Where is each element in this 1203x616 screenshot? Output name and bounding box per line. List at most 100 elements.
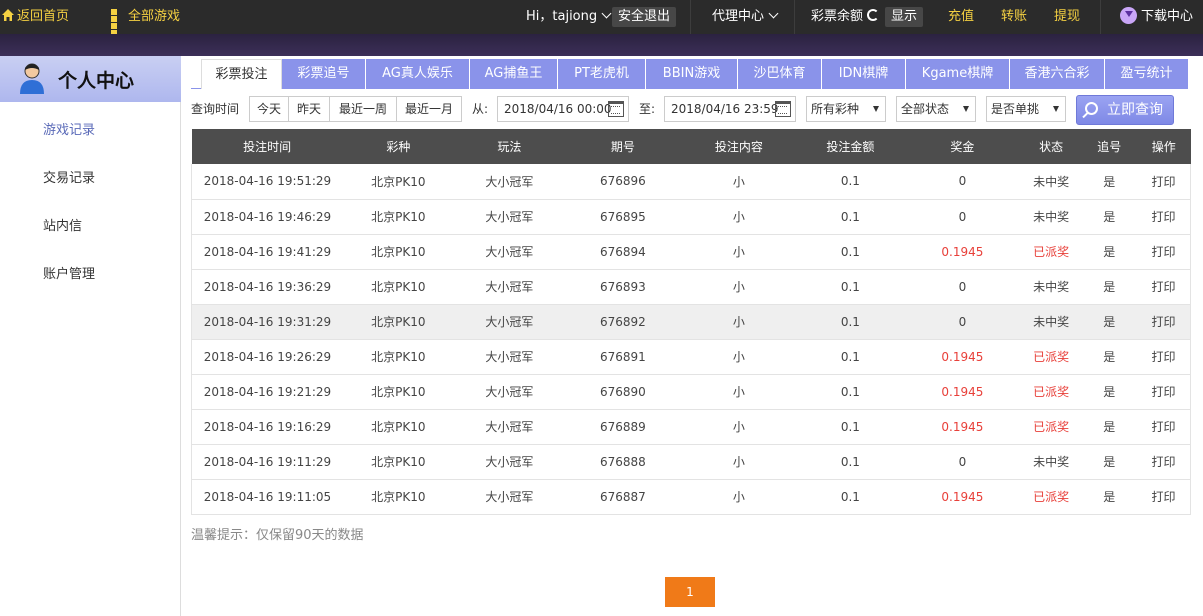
tab-idn-chess[interactable]: IDN棋牌 bbox=[822, 59, 906, 89]
amount-cell: 0.1 bbox=[840, 454, 860, 469]
query-button[interactable]: 立即查询 bbox=[1076, 95, 1174, 125]
chevron-down-icon bbox=[768, 8, 779, 19]
bet-time-cell: 2018-04-16 19:46:29 bbox=[190, 199, 343, 234]
prize-cell: 0.1945 bbox=[941, 489, 984, 504]
bet-time-cell: 2018-04-16 19:26:29 bbox=[190, 339, 343, 374]
tab-ag-fishing[interactable]: AG捕鱼王 bbox=[470, 59, 558, 89]
lottery-type-select[interactable]: 所有彩种 bbox=[806, 96, 886, 122]
page-button-current[interactable]: 1 bbox=[665, 577, 715, 607]
sidebar-item-account[interactable]: 账户管理 bbox=[43, 263, 95, 282]
download-center-link[interactable]: 下载中心 bbox=[1120, 0, 1193, 34]
logout-button[interactable]: 安全退出 bbox=[612, 0, 677, 34]
status-cell: 未中奖 bbox=[1033, 315, 1070, 329]
prize-cell: 0 bbox=[958, 454, 967, 469]
table-row: 2018-04-16 19:26:29 北京PK10 大小冠军 676891 小 0.1 0… bbox=[190, 339, 1191, 374]
all-games-link[interactable]: 全部游戏 bbox=[111, 0, 181, 36]
sidebar-item-transactions[interactable]: 交易记录 bbox=[43, 167, 95, 186]
chase-cell: 是 bbox=[1103, 420, 1116, 434]
tab-lottery-chase[interactable]: 彩票追号 bbox=[282, 59, 366, 89]
print-action[interactable]: 打印 bbox=[1136, 374, 1191, 409]
sidebar-title: 个人中心 bbox=[58, 70, 135, 92]
chase-cell: 是 bbox=[1103, 210, 1116, 224]
prize-cell: 0.1945 bbox=[941, 384, 984, 399]
table-row: 2018-04-16 19:16:29 北京PK10 大小冠军 676889 小 0.1 0… bbox=[190, 409, 1191, 444]
prize-cell: 0.1945 bbox=[941, 349, 984, 364]
last-month-button[interactable]: 最近一月 bbox=[396, 96, 462, 122]
lottery-cell: 北京PK10 bbox=[371, 245, 426, 259]
play-cell: 大小冠军 bbox=[485, 210, 534, 224]
single-bet-select[interactable]: 是否单挑 bbox=[986, 96, 1066, 122]
print-action[interactable]: 打印 bbox=[1136, 234, 1191, 269]
amount-cell: 0.1 bbox=[840, 384, 860, 399]
print-action[interactable]: 打印 bbox=[1136, 304, 1191, 339]
print-action[interactable]: 打印 bbox=[1136, 339, 1191, 374]
content-cell: 小 bbox=[732, 350, 745, 364]
print-action[interactable]: 打印 bbox=[1136, 269, 1191, 304]
table-row: 2018-04-16 19:31:29 北京PK10 大小冠军 676892 小 0.1 0… bbox=[190, 304, 1191, 339]
tab-bbin[interactable]: BBIN游戏 bbox=[646, 59, 738, 89]
refresh-icon[interactable] bbox=[867, 9, 880, 21]
end-date-input[interactable]: 2018/04/16 23:59 bbox=[664, 96, 796, 122]
greeting-text: Hi，tajiong bbox=[526, 9, 598, 24]
table-row: 2018-04-16 19:21:29 北京PK10 大小冠军 676890 小 0.1 0… bbox=[190, 374, 1191, 409]
status-cell: 已派奖 bbox=[1033, 245, 1070, 259]
status-cell: 已派奖 bbox=[1033, 490, 1070, 504]
period-cell: 676895 bbox=[599, 209, 646, 224]
last-week-button[interactable]: 最近一周 bbox=[329, 96, 397, 122]
retention-tip: 温馨提示：仅保留90天的数据 bbox=[191, 528, 364, 543]
col-bet-time: 投注时间 bbox=[243, 140, 292, 154]
start-date-input[interactable]: 2018/04/16 00:00 bbox=[497, 96, 629, 122]
sidebar-header: 个人中心 bbox=[0, 56, 181, 102]
withdraw-link[interactable]: 提现 bbox=[1054, 0, 1080, 34]
home-icon bbox=[2, 9, 14, 21]
user-icon bbox=[20, 63, 44, 94]
period-cell: 676891 bbox=[599, 349, 646, 364]
content-cell: 小 bbox=[732, 420, 745, 434]
recharge-link[interactable]: 充值 bbox=[948, 0, 974, 34]
amount-cell: 0.1 bbox=[840, 314, 860, 329]
bet-records-table: 投注时间 彩种 玩法 期号 投注内容 投注金额 奖金 状态 追号 操作 2018… bbox=[190, 129, 1191, 515]
calendar-icon[interactable] bbox=[608, 101, 624, 117]
play-cell: 大小冠军 bbox=[485, 280, 534, 294]
chase-cell: 是 bbox=[1103, 385, 1116, 399]
home-label: 返回首页 bbox=[17, 9, 70, 24]
content-cell: 小 bbox=[732, 210, 745, 224]
sidebar-item-game-records[interactable]: 游戏记录 bbox=[43, 119, 95, 138]
print-action[interactable]: 打印 bbox=[1136, 444, 1191, 479]
status-select[interactable]: 全部状态 bbox=[896, 96, 976, 122]
tab-saba-sports[interactable]: 沙巴体育 bbox=[738, 59, 822, 89]
tab-profit-stats[interactable]: 盈亏统计 bbox=[1105, 59, 1189, 89]
content-cell: 小 bbox=[732, 385, 745, 399]
col-action: 操作 bbox=[1151, 140, 1176, 154]
period-cell: 676889 bbox=[599, 419, 646, 434]
divider bbox=[1100, 0, 1101, 34]
print-action[interactable]: 打印 bbox=[1136, 409, 1191, 444]
yesterday-button[interactable]: 昨天 bbox=[288, 96, 330, 122]
tab-ag-live[interactable]: AG真人娱乐 bbox=[366, 59, 470, 89]
print-action[interactable]: 打印 bbox=[1136, 199, 1191, 234]
table-row: 2018-04-16 19:46:29 北京PK10 大小冠军 676895 小 0.1 0… bbox=[190, 199, 1191, 234]
print-action[interactable]: 打印 bbox=[1136, 164, 1191, 199]
today-button[interactable]: 今天 bbox=[249, 96, 289, 122]
header-band bbox=[0, 34, 1203, 56]
show-balance-button[interactable]: 显示 bbox=[885, 7, 924, 27]
to-label: 至: bbox=[639, 102, 656, 116]
user-greeting[interactable]: Hi，tajiong bbox=[526, 0, 612, 34]
home-link[interactable]: 返回首页 bbox=[2, 0, 69, 34]
prize-cell: 0 bbox=[958, 209, 967, 224]
all-games-label: 全部游戏 bbox=[128, 9, 181, 24]
chase-cell: 是 bbox=[1103, 455, 1116, 469]
tab-kgame-chess[interactable]: Kgame棋牌 bbox=[906, 59, 1010, 89]
balance-area: 彩票余额 显示 bbox=[811, 0, 924, 34]
print-action[interactable]: 打印 bbox=[1136, 479, 1191, 514]
tab-pt-slots[interactable]: PT老虎机 bbox=[558, 59, 646, 89]
status-cell: 未中奖 bbox=[1033, 280, 1070, 294]
tab-lottery-bets[interactable]: 彩票投注 bbox=[201, 59, 282, 89]
sidebar-item-messages[interactable]: 站内信 bbox=[43, 215, 82, 234]
transfer-link[interactable]: 转账 bbox=[1001, 0, 1027, 34]
tab-hk-marksix[interactable]: 香港六合彩 bbox=[1010, 59, 1105, 89]
play-cell: 大小冠军 bbox=[485, 350, 534, 364]
calendar-icon[interactable] bbox=[775, 101, 791, 117]
status-cell: 已派奖 bbox=[1033, 420, 1070, 434]
agent-center-menu[interactable]: 代理中心 bbox=[712, 0, 779, 34]
